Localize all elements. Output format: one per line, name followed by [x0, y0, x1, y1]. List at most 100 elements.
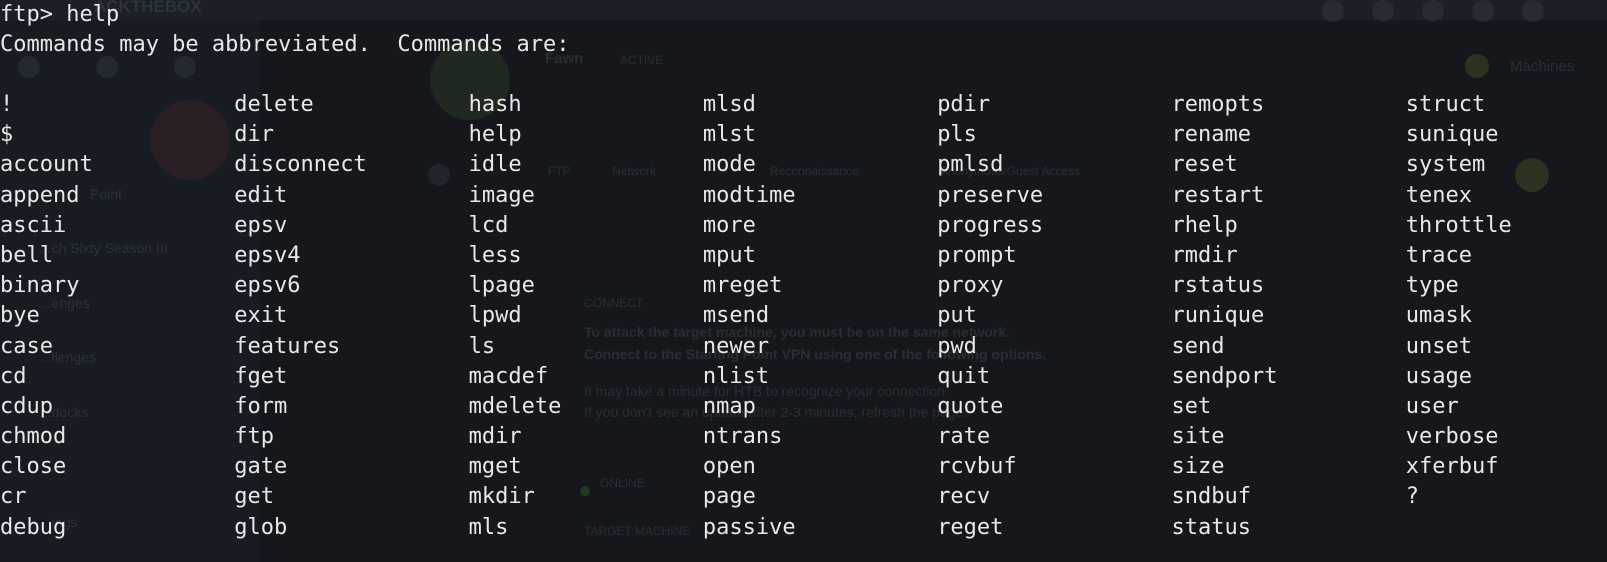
command-name: prompt: [937, 242, 1017, 268]
command-name: sndbuf: [1171, 484, 1251, 510]
help-header-line: Commands may be abbreviated. Commands ar…: [0, 32, 570, 57]
command-name: rmdir: [1171, 242, 1238, 268]
command-name: pls: [937, 122, 977, 148]
command-name: rcvbuf: [937, 454, 1017, 480]
command-name: status: [1171, 514, 1251, 540]
command-name: system: [1405, 152, 1486, 178]
command-name: lpage: [468, 273, 535, 299]
command-name: size: [1171, 454, 1225, 480]
command-name: mls: [468, 514, 509, 540]
command-name: mlst: [702, 122, 756, 148]
command-name: tenex: [1405, 182, 1473, 208]
command-name: case: [0, 333, 53, 359]
command-name: debug: [0, 514, 67, 540]
command-name: open: [702, 454, 756, 480]
command-name: mget: [468, 454, 522, 480]
command-name: user: [1405, 393, 1459, 419]
command-name: append: [0, 182, 80, 208]
command-name: umask: [1405, 303, 1473, 329]
command-name: hash: [468, 92, 522, 117]
command-name: mlsd: [702, 92, 756, 117]
command-name: fget: [234, 363, 288, 389]
command-name: verbose: [1405, 424, 1499, 450]
command-name: image: [468, 182, 535, 208]
command-name: sendport: [1171, 363, 1278, 389]
command-name: delete: [234, 92, 314, 117]
command-name: idle: [468, 152, 522, 178]
command-name: $: [0, 122, 14, 148]
command-name: quote: [937, 393, 1004, 419]
command-name: lcd: [468, 212, 509, 238]
command-name: ftp: [234, 424, 275, 450]
ftp-prompt-line: ftp> help: [0, 2, 120, 27]
command-name: cd: [0, 363, 27, 389]
command-name: newer: [702, 333, 770, 359]
command-name: edit: [234, 182, 288, 208]
command-name: close: [0, 454, 67, 480]
command-name: quit: [937, 363, 991, 389]
command-name: reset: [1171, 152, 1238, 178]
command-name: cdup: [0, 393, 53, 419]
command-name: mreget: [702, 273, 783, 299]
command-name: ?: [1405, 484, 1420, 510]
command-name: rhelp: [1171, 212, 1238, 238]
command-name: mdir: [468, 424, 522, 450]
command-name: runique: [1171, 303, 1265, 329]
command-name: mdelete: [468, 393, 562, 419]
command-name: unset: [1405, 333, 1473, 359]
command-name: exit: [234, 303, 288, 329]
command-name: glob: [234, 514, 288, 540]
command-name: nmap: [702, 393, 756, 419]
command-name: mkdir: [468, 484, 535, 510]
command-name: set: [1171, 393, 1212, 419]
command-name: mput: [702, 242, 756, 268]
command-name: ntrans: [702, 424, 783, 450]
command-name: epsv4: [234, 242, 301, 268]
command-name: pwd: [937, 333, 977, 359]
command-name: ls: [468, 333, 496, 359]
command-name: remopts: [1171, 92, 1265, 117]
command-name: type: [1405, 273, 1459, 299]
command-name: usage: [1405, 363, 1473, 389]
command-list: ! delete hash mlsd pdir remopts struct $ dir help…: [0, 90, 1607, 543]
command-name: pmlsd: [937, 152, 1004, 178]
command-name: nlist: [702, 363, 770, 389]
command-name: epsv6: [234, 273, 301, 299]
command-name: mode: [702, 152, 756, 178]
command-name: modtime: [702, 182, 796, 208]
command-name: passive: [702, 514, 796, 540]
command-name: less: [468, 242, 522, 268]
command-name: bell: [0, 242, 53, 268]
command-name: msend: [702, 303, 770, 329]
command-name: form: [234, 393, 288, 419]
command-name: throttle: [1405, 212, 1512, 238]
command-name: send: [1171, 333, 1225, 359]
command-name: site: [1171, 424, 1225, 450]
command-name: get: [234, 484, 275, 510]
command-name: sunique: [1405, 122, 1499, 148]
command-name: recv: [937, 484, 991, 510]
command-name: dir: [234, 122, 275, 148]
command-name: progress: [937, 212, 1044, 238]
command-name: [1406, 513, 1607, 543]
command-name: trace: [1405, 242, 1473, 268]
terminal-output[interactable]: ftp> help Commands may be abbreviated. C…: [0, 0, 1607, 562]
command-name: ascii: [0, 212, 67, 238]
command-name: help: [468, 122, 522, 148]
command-name: gate: [234, 454, 288, 480]
command-name: lpwd: [468, 303, 522, 329]
command-name: xferbuf: [1405, 454, 1499, 480]
command-name: struct: [1405, 92, 1486, 117]
command-name: preserve: [937, 182, 1044, 208]
command-name: put: [937, 303, 977, 329]
command-name: epsv: [234, 212, 288, 238]
command-name: cr: [0, 484, 27, 510]
command-name: rstatus: [1171, 273, 1265, 299]
command-name: binary: [0, 273, 80, 299]
command-name: proxy: [937, 273, 1004, 299]
command-name: rename: [1171, 122, 1251, 148]
command-name: restart: [1171, 182, 1265, 208]
command-name: reget: [937, 514, 1004, 540]
command-name: more: [702, 212, 756, 238]
command-name: page: [702, 484, 756, 510]
